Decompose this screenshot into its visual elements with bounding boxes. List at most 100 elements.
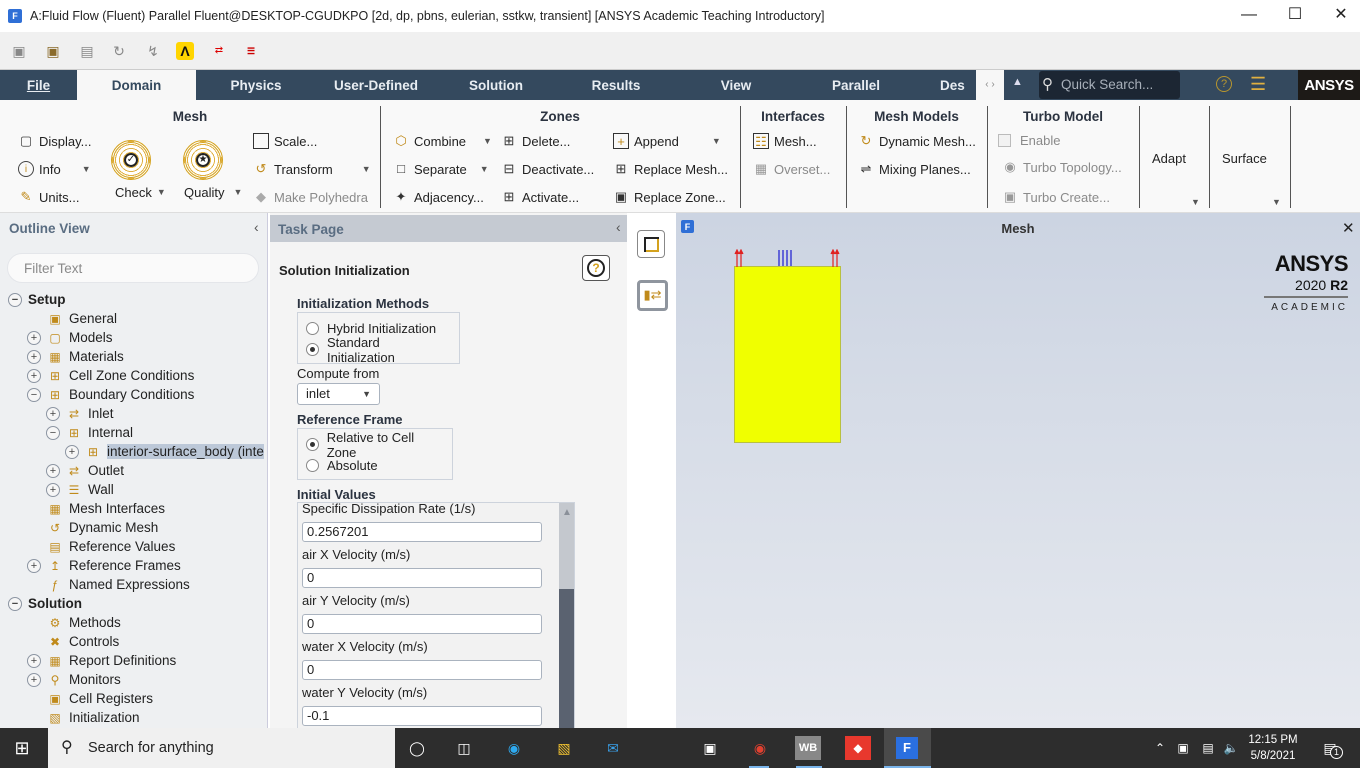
collapse-task-icon[interactable]: ‹ <box>616 219 621 235</box>
file-explorer-icon[interactable]: ▧ <box>552 736 576 760</box>
expand-icon[interactable]: + <box>46 463 60 478</box>
network-icon[interactable]: ▤ <box>1196 736 1220 760</box>
delete-button[interactable]: ⊞ Delete... <box>501 131 571 151</box>
window-layout-button[interactable] <box>637 230 665 258</box>
dynamic-mesh-button[interactable]: ↻ Dynamic Mesh... <box>858 131 976 151</box>
clock[interactable]: 12:15 PM 5/8/2021 <box>1243 732 1303 764</box>
tree-item[interactable]: − Setup <box>8 290 66 309</box>
collapse-icon[interactable]: − <box>8 292 22 307</box>
toggle-panel-button[interactable]: ▮⇄ <box>637 280 668 311</box>
transform-button[interactable]: ↺ Transform ▼ <box>253 159 371 179</box>
expand-icon[interactable]: + <box>65 444 79 459</box>
refresh-icon[interactable]: ↻ <box>110 42 128 60</box>
parallel-transfer-icon[interactable]: ⇄ <box>210 42 228 60</box>
notification-center-icon[interactable]: ▤ 1 <box>1318 736 1343 760</box>
volume-icon[interactable]: 🔈 <box>1219 736 1243 760</box>
expand-icon[interactable]: + <box>27 368 41 383</box>
tab-design[interactable]: Des <box>940 70 976 100</box>
collapse-panel-icon[interactable]: ‹ <box>254 219 259 235</box>
tab-solution[interactable]: Solution <box>436 70 556 100</box>
filter-text-input[interactable]: Filter Text <box>7 253 259 283</box>
adjacency-button[interactable]: ✦ Adjacency... <box>393 187 484 207</box>
tree-item[interactable]: − ⊞ Boundary Conditions <box>27 385 194 404</box>
quality-icon[interactable]: ★ <box>183 140 223 180</box>
tree-item[interactable]: − Solution <box>8 594 82 613</box>
tab-physics[interactable]: Physics <box>196 70 316 100</box>
minimize-button[interactable]: — <box>1226 4 1272 28</box>
tree-item[interactable]: ⚙ Methods <box>27 613 121 632</box>
tree-item[interactable]: + ⇄ Outlet <box>46 461 124 480</box>
collapse-icon[interactable]: − <box>27 387 41 402</box>
tree-item[interactable]: ▦ Mesh Interfaces <box>27 499 165 518</box>
help-icon[interactable]: ? <box>1216 76 1232 92</box>
scroll-up-icon[interactable]: ▲ <box>559 503 574 523</box>
check-button[interactable]: Check ▼ <box>115 182 166 202</box>
append-button[interactable]: + Append ▼ <box>613 131 721 151</box>
tree-item[interactable]: + ⊞ Cell Zone Conditions <box>27 366 194 385</box>
surface-dropdown-arrow-icon[interactable]: ▼ <box>1272 197 1281 207</box>
windows-start-icon[interactable]: ⊞ <box>10 736 34 760</box>
turbo-enable-checkbox[interactable]: Enable <box>998 130 1060 150</box>
tree-item[interactable]: ▣ General <box>27 309 117 328</box>
tab-view[interactable]: View <box>676 70 796 100</box>
mesh-cube-icon[interactable]: ▣ <box>10 42 28 60</box>
tree-item[interactable]: ▣ Cell Registers <box>27 689 153 708</box>
chrome-icon[interactable]: ◉ <box>748 736 772 760</box>
tab-results[interactable]: Results <box>556 70 676 100</box>
field-input[interactable]: 0 <box>302 568 542 588</box>
field-input[interactable]: 0.2567201 <box>302 522 542 542</box>
tab-file[interactable]: File <box>0 70 77 100</box>
cortana-icon[interactable]: ◯ <box>405 736 429 760</box>
activate-button[interactable]: ⊞ Activate... <box>501 187 580 207</box>
tree-item[interactable]: + ⊞ interior-surface_body (inte <box>65 442 264 461</box>
scrollbar[interactable]: ▲ <box>559 503 574 728</box>
tab-parallel[interactable]: Parallel <box>796 70 916 100</box>
replace-mesh-button[interactable]: ⊞ Replace Mesh... <box>613 159 728 179</box>
meet-now-icon[interactable]: ▣ <box>1171 736 1195 760</box>
mixing-planes-button[interactable]: ⇌ Mixing Planes... <box>858 159 971 179</box>
standard-init-radio[interactable]: Standard Initialization <box>306 335 451 365</box>
turbo-create-button[interactable]: ▣ Turbo Create... <box>1002 187 1110 207</box>
tree-item[interactable]: ▤ Reference Values <box>27 537 175 556</box>
overset-button[interactable]: ▦ Overset... <box>753 159 831 179</box>
layout-icon[interactable]: ☰ <box>1250 74 1266 95</box>
check-icon[interactable]: ✓ <box>111 140 151 180</box>
quick-search-input[interactable]: ⚲ Quick Search... <box>1039 71 1180 99</box>
tree-item[interactable]: + ⚲ Monitors <box>27 670 121 689</box>
store-icon[interactable]: ▣ <box>698 736 722 760</box>
collapse-ribbon-icon[interactable]: ▲ <box>1012 76 1023 88</box>
field-input[interactable]: -0.1 <box>302 706 542 726</box>
mesh-geometry[interactable] <box>734 266 841 443</box>
tree-item[interactable]: ▧ Initialization <box>27 708 139 727</box>
tree-item[interactable]: ✖ Controls <box>27 632 119 651</box>
interfaces-mesh-button[interactable]: ☷ Mesh... <box>753 131 817 151</box>
tree-item[interactable]: ƒ Named Expressions <box>27 575 190 594</box>
anydesk-icon[interactable]: ◆ <box>845 736 871 760</box>
tree-item[interactable]: + ▢ Models <box>27 328 113 347</box>
tree-item[interactable]: − ⊞ Internal <box>46 423 133 442</box>
collapse-icon[interactable]: − <box>46 425 60 440</box>
write-data-icon[interactable]: ▤ <box>78 42 96 60</box>
workbench-icon[interactable]: WB <box>795 736 821 760</box>
scrollbar-thumb[interactable] <box>559 589 574 728</box>
field-input[interactable]: 0 <box>302 614 542 634</box>
ansys-a-icon[interactable]: Λ <box>176 42 194 60</box>
tree-item[interactable]: + ⇄ Inlet <box>46 404 114 423</box>
mail-icon[interactable]: ✉ <box>601 736 625 760</box>
maximize-button[interactable]: ☐ <box>1272 4 1318 28</box>
fluent-taskbar-button[interactable]: F <box>884 728 931 768</box>
info-button[interactable]: i Info ▼ <box>18 159 91 179</box>
replace-zone-button[interactable]: ▣ Replace Zone... <box>613 187 726 207</box>
expand-icon[interactable]: + <box>27 349 41 364</box>
combine-button[interactable]: ⬡ Combine ▼ <box>393 131 492 151</box>
taskbar-search-box[interactable]: ⚲ Search for anything <box>48 728 395 768</box>
field-input[interactable]: 0 <box>302 660 542 680</box>
units-button[interactable]: ✎ Units... <box>18 187 80 207</box>
adapt-button[interactable]: Adapt <box>1152 148 1186 168</box>
expand-icon[interactable]: + <box>27 653 41 668</box>
expand-icon[interactable]: + <box>27 672 41 687</box>
close-graphics-icon[interactable]: ✕ <box>1342 219 1355 237</box>
model-icon[interactable]: ☰ <box>242 42 260 60</box>
compute-from-dropdown[interactable]: inlet ▼ <box>297 383 380 405</box>
surface-button[interactable]: Surface <box>1222 148 1267 168</box>
